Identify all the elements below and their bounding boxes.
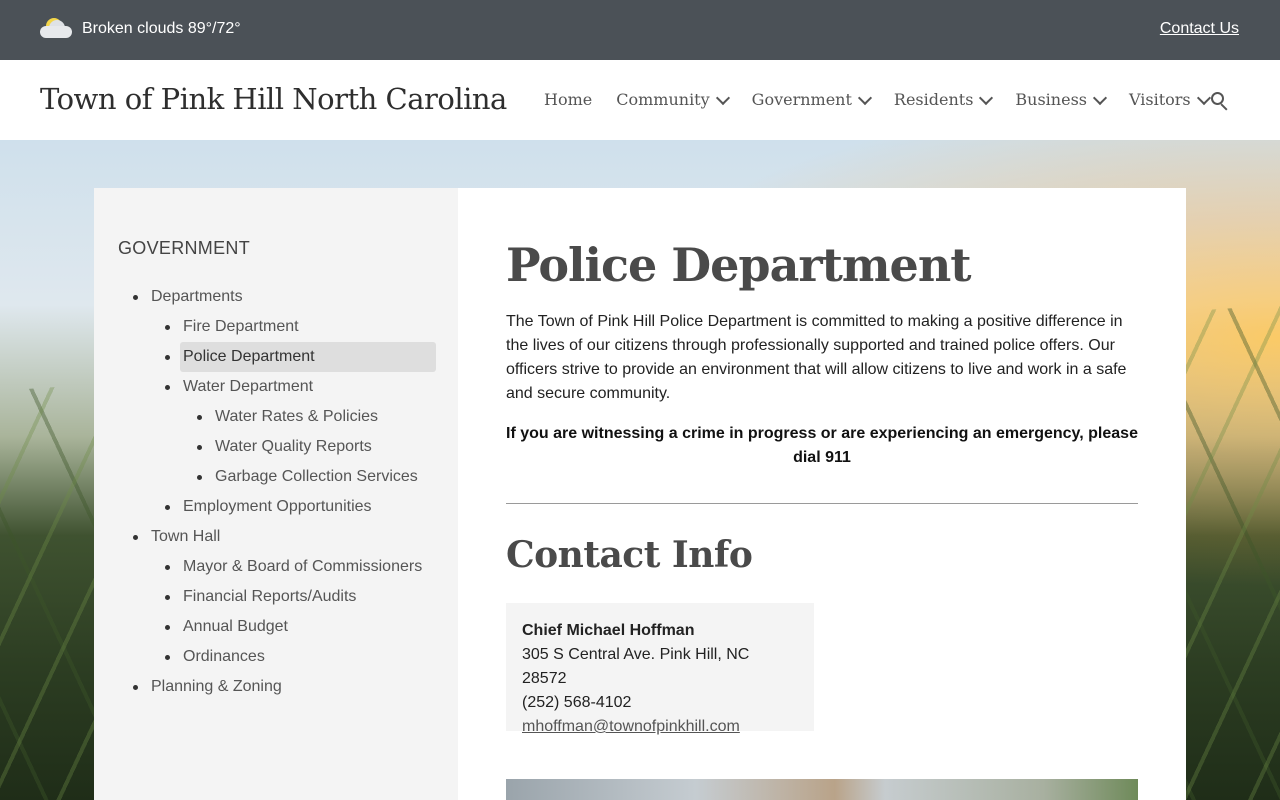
site-title[interactable]: Town of Pink Hill North Carolina — [40, 82, 507, 116]
chevron-down-icon — [1196, 90, 1211, 105]
sidebar-item-departments[interactable]: Departments — [118, 282, 438, 312]
sidebar-item-label: Fire Department — [183, 318, 299, 335]
sidebar-item-town-hall[interactable]: Town Hall — [118, 522, 438, 552]
sidebar-item-label: Departments — [151, 288, 243, 305]
page-title: Police Department — [506, 238, 972, 292]
weather-text: Broken clouds 89°/72° — [82, 20, 241, 37]
nav-business-label: Business — [1015, 90, 1087, 109]
sidebar: GOVERNMENT Departments Fire Department P… — [94, 188, 458, 800]
sidebar-item-mayor-board[interactable]: Mayor & Board of Commissioners — [118, 552, 438, 582]
nav-visitors[interactable]: Visitors — [1129, 90, 1211, 109]
sidebar-item-label: Water Quality Reports — [215, 438, 372, 455]
sidebar-item-label: Police Department — [183, 348, 315, 365]
sidebar-item-label: Annual Budget — [183, 618, 288, 635]
chevron-down-icon — [979, 90, 994, 105]
chevron-down-icon — [857, 90, 872, 105]
sidebar-item-water-rates[interactable]: Water Rates & Policies — [118, 402, 438, 432]
contact-us-link[interactable]: Contact Us — [1160, 20, 1239, 38]
content-card: GOVERNMENT Departments Fire Department P… — [94, 188, 1186, 800]
sidebar-item-water-department[interactable]: Water Department — [118, 372, 438, 402]
chevron-down-icon — [715, 90, 730, 105]
sidebar-item-annual-budget[interactable]: Annual Budget — [118, 612, 438, 642]
sidebar-item-ordinances[interactable]: Ordinances — [118, 642, 438, 672]
sidebar-nav: Departments Fire Department Police Depar… — [118, 282, 438, 702]
sidebar-item-garbage-collection[interactable]: Garbage Collection Services — [118, 462, 438, 492]
nav-residents[interactable]: Residents — [893, 90, 994, 109]
sidebar-heading: GOVERNMENT — [118, 238, 251, 258]
contact-name: Chief Michael Hoffman — [522, 622, 695, 639]
sidebar-item-fire-department[interactable]: Fire Department — [118, 312, 438, 342]
site-header: Town of Pink Hill North Carolina Home Co… — [0, 60, 1280, 140]
nav-business[interactable]: Business — [1015, 90, 1108, 109]
contact-phone: (252) 568-4102 — [522, 694, 632, 711]
chevron-down-icon — [1092, 90, 1108, 105]
sidebar-item-planning-zoning[interactable]: Planning & Zoning — [118, 672, 438, 702]
contact-card: Chief Michael Hoffman 305 S Central Ave.… — [506, 603, 814, 735]
sidebar-item-label: Water Rates & Policies — [215, 408, 379, 425]
contact-address: 305 S Central Ave. Pink Hill, NC 28572 — [522, 646, 750, 687]
intro-paragraph: The Town of Pink Hill Police Department … — [506, 313, 1127, 402]
sidebar-item-label: Town Hall — [151, 528, 221, 545]
sidebar-item-police-department[interactable]: Police Department — [118, 342, 438, 372]
partly-cloudy-icon — [40, 16, 74, 42]
sidebar-item-label: Financial Reports/Audits — [183, 588, 357, 605]
department-photo — [506, 779, 1138, 800]
nav-government[interactable]: Government — [751, 90, 872, 109]
nav-community-label: Community — [616, 90, 710, 109]
sidebar-item-employment-opportunities[interactable]: Employment Opportunities — [118, 492, 438, 522]
divider — [506, 503, 1138, 504]
sidebar-item-financial-reports[interactable]: Financial Reports/Audits — [118, 582, 438, 612]
sidebar-item-label: Ordinances — [183, 648, 265, 665]
weather-widget: Broken clouds 89°/72° — [40, 16, 241, 42]
nav-residents-label: Residents — [893, 90, 974, 109]
nav-government-label: Government — [751, 90, 852, 109]
sidebar-item-label: Water Department — [183, 378, 314, 395]
emergency-notice: If you are witnessing a crime in progres… — [506, 425, 1138, 466]
nav-home-label: Home — [544, 90, 593, 109]
sidebar-item-label: Planning & Zoning — [151, 678, 282, 695]
top-bar: Broken clouds 89°/72° Contact Us — [0, 0, 1280, 60]
search-icon[interactable] — [1210, 91, 1230, 111]
sidebar-item-water-quality-reports[interactable]: Water Quality Reports — [118, 432, 438, 462]
nav-home[interactable]: Home — [544, 90, 592, 109]
main-nav: Home Community Government Residents Busi… — [544, 90, 1233, 109]
contact-info-heading: Contact Info — [506, 534, 753, 576]
nav-community[interactable]: Community — [616, 90, 730, 109]
nav-visitors-label: Visitors — [1129, 90, 1191, 109]
contact-email-link[interactable]: mhoffman@townofpinkhill.com — [522, 718, 740, 735]
sidebar-item-label: Employment Opportunities — [183, 498, 372, 515]
sidebar-item-label: Garbage Collection Services — [215, 468, 418, 485]
sidebar-item-label: Mayor & Board of Commissioners — [183, 558, 423, 575]
